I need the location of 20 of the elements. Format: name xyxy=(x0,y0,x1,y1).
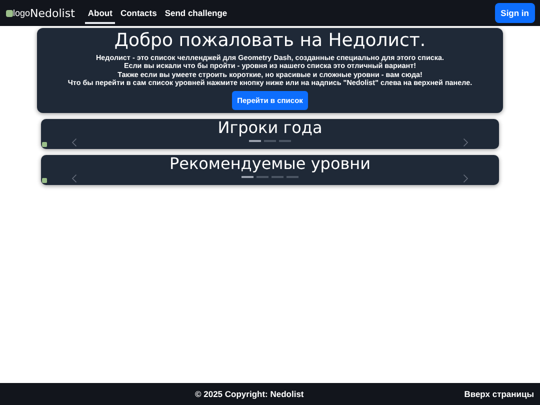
nav-link[interactable]: Contacts xyxy=(117,2,160,24)
previous-icon[interactable] xyxy=(71,138,77,147)
next-icon[interactable] xyxy=(463,138,469,147)
sign-in-button[interactable]: Sign in xyxy=(494,3,535,23)
broken-image-icon xyxy=(42,178,47,183)
copyright-text: © 2025 Copyright: Nedolist xyxy=(195,389,305,399)
brand-link[interactable]: Nedolist xyxy=(30,6,75,20)
previous-icon[interactable] xyxy=(71,174,77,183)
broken-image-icon xyxy=(6,10,13,16)
logo-alt-text: logo xyxy=(13,8,30,18)
carousel-title: Игроки года xyxy=(218,118,322,137)
carousel-indicator[interactable] xyxy=(249,140,261,142)
back-to-top-link[interactable]: Вверх страницы xyxy=(464,389,534,399)
nav-link[interactable]: Send challenge xyxy=(162,2,230,24)
nav-link[interactable]: About xyxy=(84,2,116,24)
broken-image-icon xyxy=(42,142,47,147)
next-icon[interactable] xyxy=(463,174,469,183)
welcome-title: Добро пожаловать на Недолист. xyxy=(114,30,426,52)
carousel-title: Рекомендуемые уровни xyxy=(169,154,371,173)
carousel-indicator[interactable] xyxy=(242,176,254,178)
